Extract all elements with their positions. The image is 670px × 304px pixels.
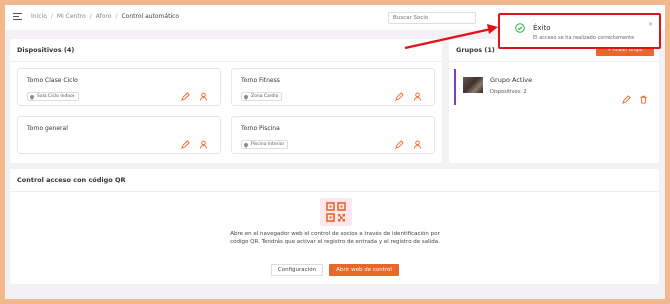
toast-message: El acceso se ha realizado correctamente: [533, 35, 635, 41]
device-name: Torno general: [27, 125, 68, 132]
zone-label: Zona Cardio: [251, 94, 279, 99]
zone-chip: Piscina Interior: [241, 140, 289, 149]
breadcrumb-mi-centro[interactable]: Mi Centro: [57, 13, 86, 20]
breadcrumb-separator: /: [50, 13, 53, 20]
group-thumbnail: [463, 77, 483, 93]
zone-label: Piscina Interior: [251, 142, 285, 147]
groups-panel: Grupos (1) + Añadir Grupo Grupo Active D…: [449, 39, 659, 163]
device-name: Torno Fitness: [241, 77, 280, 84]
breadcrumb-separator: /: [89, 13, 92, 20]
edit-icon[interactable]: [181, 92, 190, 101]
user-icon[interactable]: [199, 140, 208, 149]
divider: [449, 61, 659, 62]
breadcrumb-separator: /: [115, 13, 118, 20]
qr-description: Abre en el navegador web el control de s…: [230, 231, 440, 245]
configuration-button[interactable]: Configuración: [271, 264, 323, 276]
location-pin-icon: [30, 94, 34, 100]
search-input[interactable]: [388, 12, 476, 24]
device-card[interactable]: Torno general: [17, 116, 221, 154]
edit-icon[interactable]: [622, 89, 631, 104]
group-card[interactable]: Grupo Active Dispositivos: 2: [454, 69, 654, 105]
zone-chip: Sala Ciclo Indoor: [27, 92, 79, 101]
close-icon[interactable]: ×: [648, 21, 653, 28]
divider: [10, 61, 442, 62]
device-name: Torno Piscina: [241, 125, 280, 132]
zone-label: Sala Ciclo Indoor: [37, 94, 75, 99]
location-pin-icon: [244, 94, 248, 100]
devices-panel: Dispositivos (4) Torno Clase Ciclo Sala …: [10, 39, 442, 163]
groups-title: Grupos (1): [456, 46, 495, 54]
edit-icon[interactable]: [395, 92, 404, 101]
breadcrumb: Inicio / Mi Centro / Aforo / Control aut…: [31, 13, 179, 20]
location-pin-icon: [244, 142, 248, 148]
devices-title: Dispositivos (4): [17, 46, 75, 54]
user-icon[interactable]: [199, 92, 208, 101]
qr-title: Control acceso con código QR: [17, 176, 126, 184]
group-name: Grupo Active: [490, 76, 533, 84]
user-icon[interactable]: [413, 140, 422, 149]
edit-icon[interactable]: [395, 140, 404, 149]
breadcrumb-current: Control automático: [121, 13, 180, 20]
menu-icon[interactable]: [13, 13, 22, 21]
success-toast: Éxito El acceso se ha realizado correcta…: [498, 13, 661, 49]
qr-code-icon: [320, 198, 352, 226]
qr-panel: Control acceso con código QR Abre en el …: [10, 169, 659, 284]
user-icon[interactable]: [413, 92, 422, 101]
device-card[interactable]: Torno Clase Ciclo Sala Ciclo Indoor: [17, 68, 221, 106]
breadcrumb-home[interactable]: Inicio: [31, 13, 47, 20]
trash-icon[interactable]: [639, 89, 648, 104]
open-web-control-button[interactable]: Abrir web de control: [329, 264, 399, 276]
toast-title: Éxito: [533, 24, 551, 32]
device-card[interactable]: Torno Fitness Zona Cardio: [231, 68, 435, 106]
zone-chip: Zona Cardio: [241, 92, 283, 101]
group-device-count: Dispositivos: 2: [490, 89, 527, 95]
device-card[interactable]: Torno Piscina Piscina Interior: [231, 116, 435, 154]
divider: [10, 191, 659, 192]
breadcrumb-aforo[interactable]: Aforo: [96, 13, 112, 20]
device-name: Torno Clase Ciclo: [27, 77, 78, 84]
edit-icon[interactable]: [181, 140, 190, 149]
check-circle-icon: [515, 23, 525, 33]
